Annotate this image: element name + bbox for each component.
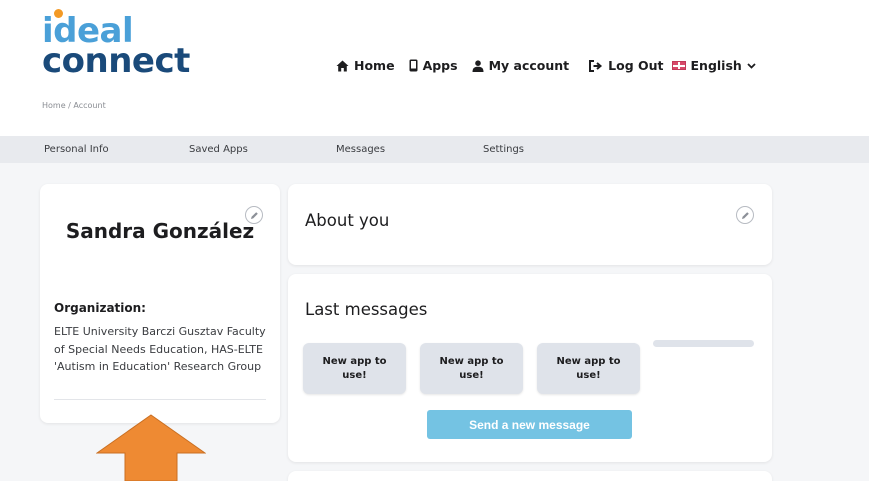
message-placeholder <box>653 340 754 347</box>
home-icon <box>336 60 349 71</box>
nav-logout-label: Log Out <box>608 58 664 73</box>
ideal-connect-logo[interactable]: ideal connect <box>42 9 202 81</box>
nav-home-label: Home <box>354 58 395 73</box>
tab-bar: Personal Info Saved Apps Messages Settin… <box>0 136 869 163</box>
main-nav: Home Apps My account Log Out English <box>336 58 756 73</box>
tab-personal-info[interactable]: Personal Info <box>44 144 109 155</box>
nav-account-label: My account <box>488 58 570 73</box>
message-tile[interactable]: New app to use! <box>420 343 523 394</box>
messages-title: Last messages <box>305 300 428 319</box>
tab-saved-apps[interactable]: Saved Apps <box>189 144 248 155</box>
profile-card: Sandra González Organization: ELTE Unive… <box>40 184 280 423</box>
mobile-icon <box>409 59 418 72</box>
chevron-down-icon <box>747 62 756 69</box>
uk-flag-icon <box>671 61 686 70</box>
user-icon <box>472 59 484 72</box>
sign-out-icon <box>589 59 603 72</box>
organization-text: ELTE University Barczi Gusztav Faculty o… <box>54 325 266 373</box>
language-label: English <box>690 58 742 73</box>
nav-apps[interactable]: Apps <box>409 58 458 73</box>
send-message-button[interactable]: Send a new message <box>427 410 632 439</box>
profile-name: Sandra González <box>65 219 255 243</box>
about-title: About you <box>305 211 390 230</box>
messages-card: Last messages New app to use! New app to… <box>288 274 772 462</box>
header: ideal connect Home Apps My account Log O… <box>0 0 869 136</box>
logo-line2: connect <box>42 41 190 81</box>
nav-account[interactable]: My account <box>472 58 570 73</box>
pencil-icon <box>741 211 749 219</box>
organization-label: Organization: <box>54 301 146 315</box>
nav-apps-label: Apps <box>422 58 458 73</box>
edit-about-button[interactable] <box>736 206 754 224</box>
nav-home[interactable]: Home <box>336 58 395 73</box>
nav-logout[interactable]: Log Out <box>589 58 664 73</box>
next-card <box>288 471 772 481</box>
message-tile[interactable]: New app to use! <box>303 343 406 394</box>
about-card: About you <box>288 184 772 265</box>
language-select[interactable]: English <box>671 58 756 73</box>
message-tile[interactable]: New app to use! <box>537 343 640 394</box>
arrow-up-icon <box>96 414 206 481</box>
tab-messages[interactable]: Messages <box>336 144 385 155</box>
breadcrumb: Home / Account <box>42 101 106 110</box>
tab-settings[interactable]: Settings <box>483 144 524 155</box>
divider <box>54 399 266 400</box>
